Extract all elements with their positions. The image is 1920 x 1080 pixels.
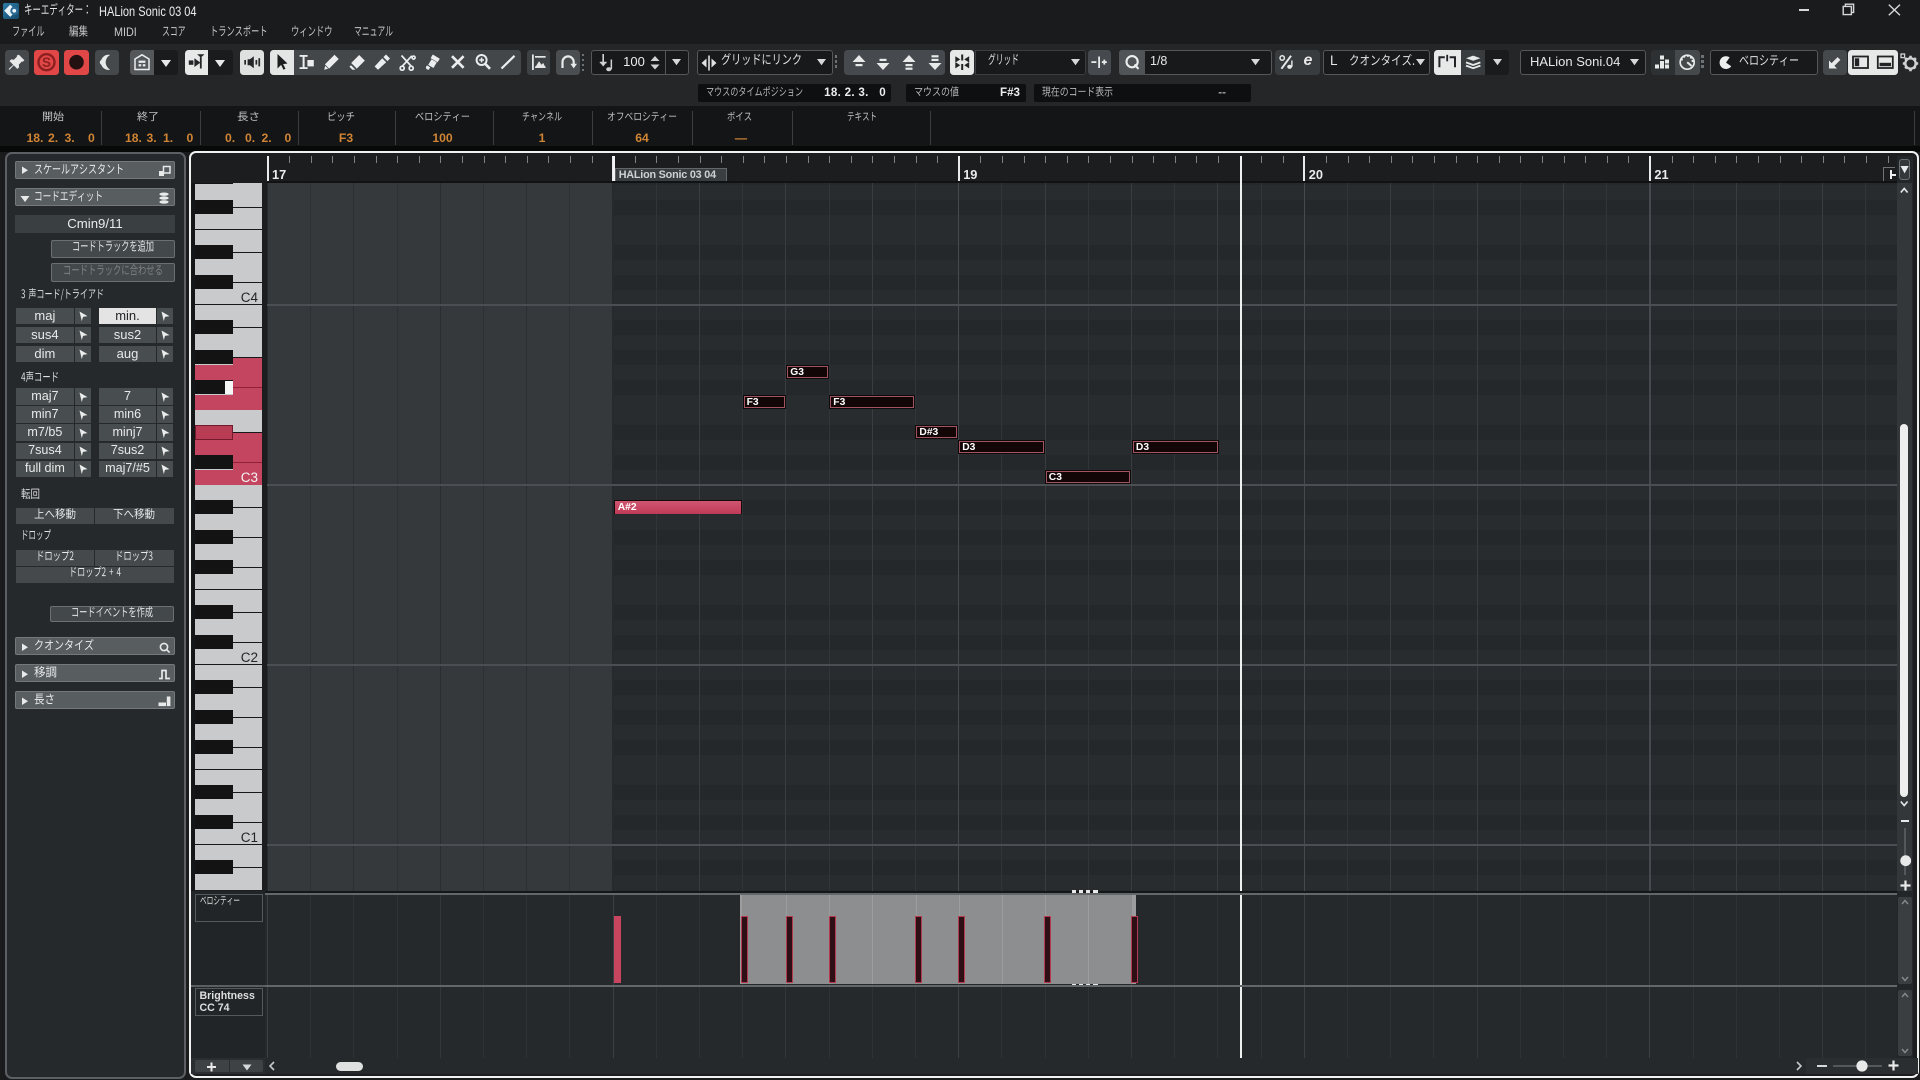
svg-text:S: S — [41, 55, 50, 70]
